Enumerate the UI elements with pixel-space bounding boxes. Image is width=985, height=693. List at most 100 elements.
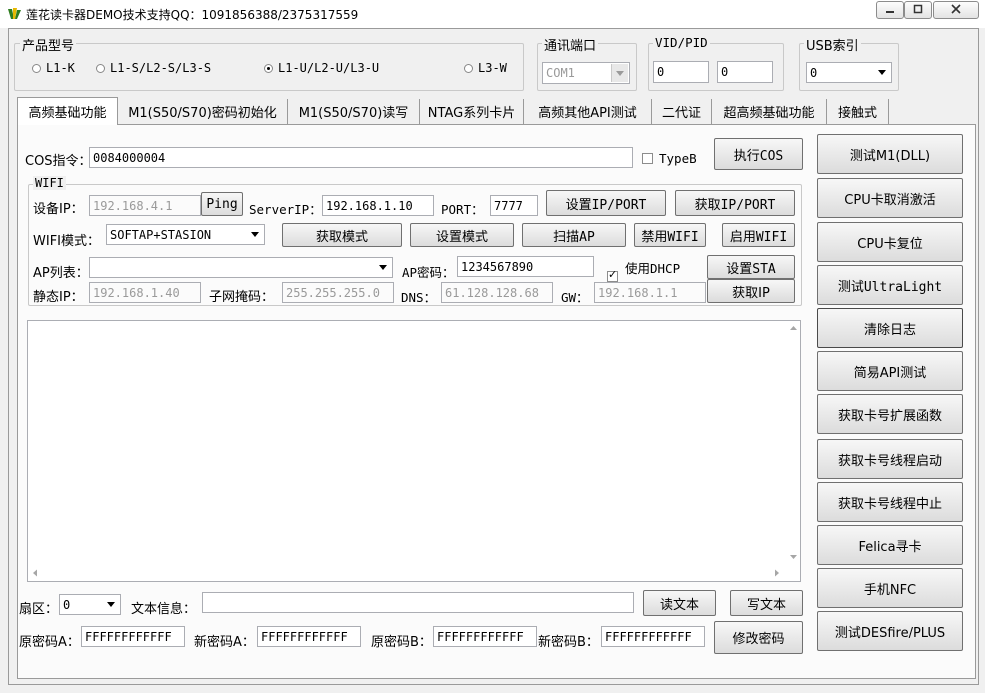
tab-hf-basic[interactable]: 高频基础功能 [17,97,118,125]
subnet-mask-input[interactable]: 255.255.255.0 [282,282,394,303]
set-ip-port-button[interactable]: 设置IP/PORT [546,190,666,216]
old-pwd-a-input[interactable]: FFFFFFFFFFFF [81,626,185,647]
radio-label: L1-U/L2-U/L3-U [278,61,380,75]
tab-uhf-basic[interactable]: 超高频基础功能 [712,99,827,124]
wifi-mode-value: SOFTAP+STASION [110,228,212,242]
tab-contact[interactable]: 接触式 [827,99,889,124]
vid-pid-legend: VID/PID [653,35,710,50]
pid-input[interactable]: 0 [717,61,773,83]
chevron-down-icon [103,596,119,613]
text-info-label: 文本信息： [131,602,197,617]
radio-label: L1-S/L2-S/L3-S [110,61,212,75]
set-sta-button[interactable]: 设置STA [707,255,795,279]
usb-index-legend: USB索引 [804,35,861,54]
minimize-button[interactable] [876,1,904,19]
maximize-icon [913,4,923,14]
read-text-button[interactable]: 读文本 [643,590,716,616]
vid-input[interactable]: 0 [653,61,709,83]
dhcp-checkbox[interactable] [607,268,618,282]
radio-label: L3-W [478,61,507,75]
ap-list-label: AP列表： [33,266,89,281]
test-ultralight-button[interactable]: 测试UltraLight [817,265,963,305]
scroll-up-icon [790,326,797,330]
get-card-ext-button[interactable]: 获取卡号扩展函数 [817,394,963,434]
disable-wifi-button[interactable]: 禁用WIFI [634,223,706,247]
phone-nfc-button[interactable]: 手机NFC [817,568,963,608]
new-pwd-a-label: 新密码A： [194,635,255,650]
gw-input[interactable]: 192.168.1.1 [594,282,706,303]
old-pwd-b-input[interactable]: FFFFFFFFFFFF [433,626,537,647]
clear-log-button[interactable]: 清除日志 [817,308,963,348]
wifi-mode-select[interactable]: SOFTAP+STASION [106,224,265,245]
close-icon [951,4,961,14]
set-mode-button[interactable]: 设置模式 [410,223,514,247]
tab-id-card[interactable]: 二代证 [652,99,712,124]
scroll-down-icon [790,555,797,559]
modify-password-button[interactable]: 修改密码 [714,621,803,654]
write-text-button[interactable]: 写文本 [730,590,803,616]
device-ip-input[interactable]: 192.168.4.1 [89,195,201,216]
app-logo-icon [6,6,22,22]
get-mode-button[interactable]: 获取模式 [282,223,402,247]
radio-label: L1-K [46,61,75,75]
get-ip-port-button[interactable]: 获取IP/PORT [675,190,795,216]
cos-label: COS指令： [25,154,92,169]
card-thread-stop-button[interactable]: 获取卡号线程中止 [817,482,963,522]
log-textarea[interactable] [27,320,801,582]
text-info-input[interactable] [202,592,634,613]
log-vertical-scrollbar[interactable] [787,321,800,565]
tab-hf-other-api[interactable]: 高频其他API测试 [524,99,652,124]
window-title: 莲花读卡器DEMO技术支持QQ：1091856388/2375317559 [26,8,359,22]
port-input[interactable]: 7777 [490,195,538,216]
usb-index-select[interactable]: 0 [806,62,892,83]
ap-password-input[interactable]: 1234567890 [457,256,594,277]
ap-list-select[interactable] [89,257,393,278]
radio-l1-k[interactable]: L1-K [32,61,75,75]
scan-ap-button[interactable]: 扫描AP [522,223,626,247]
dns-input[interactable]: 61.128.128.68 [441,282,553,303]
maximize-button[interactable] [904,1,932,19]
simple-api-test-button[interactable]: 简易API测试 [817,351,963,391]
radio-l1-s[interactable]: L1-S/L2-S/L3-S [96,61,211,75]
radio-l3-w[interactable]: L3-W [464,61,507,75]
cos-input[interactable]: 0084000004 [89,147,633,168]
radio-circle [32,63,41,73]
radio-l1-u[interactable]: L1-U/L2-U/L3-U [264,61,379,75]
wifi-legend: WIFI [33,176,66,190]
test-desfire-button[interactable]: 测试DESfire/PLUS [817,611,963,651]
wifi-mode-label: WIFI模式： [33,234,100,249]
tab-ntag[interactable]: NTAG系列卡片 [420,99,524,124]
static-ip-input[interactable]: 192.168.1.40 [89,282,201,303]
scroll-right-icon [775,569,779,577]
ping-button[interactable]: Ping [201,192,243,216]
new-pwd-b-input[interactable]: FFFFFFFFFFFF [601,626,705,647]
chevron-down-icon [375,259,391,276]
test-m1-dll-button[interactable]: 测试M1(DLL) [817,134,963,174]
server-ip-input[interactable]: 192.168.1.10 [322,195,434,216]
enable-wifi-button[interactable]: 启用WIFI [722,223,795,247]
comm-port-select[interactable]: COM1 [542,62,630,84]
exec-cos-button[interactable]: 执行COS [714,138,803,170]
subnet-mask-label: 子网掩码： [209,290,275,305]
log-horizontal-scrollbar[interactable] [28,566,788,580]
close-button[interactable] [933,1,979,19]
cpu-reset-button[interactable]: CPU卡复位 [817,222,963,262]
sector-select[interactable]: 0 [59,594,121,615]
felica-search-button[interactable]: Felica寻卡 [817,525,963,565]
tab-m1-rw[interactable]: M1(S50/S70)读写 [288,99,420,124]
sector-label: 扇区： [19,602,59,617]
server-ip-label: ServerIP： [249,202,322,217]
old-pwd-a-label: 原密码A： [19,635,80,650]
card-thread-start-button[interactable]: 获取卡号线程启动 [817,439,963,479]
cpu-deactivate-button[interactable]: CPU卡取消激活 [817,178,963,218]
tab-m1-pwd-init[interactable]: M1(S50/S70)密码初始化 [118,99,288,124]
dhcp-label: 使用DHCP [625,261,681,276]
scroll-left-icon [33,569,37,577]
new-pwd-a-input[interactable]: FFFFFFFFFFFF [257,626,361,647]
chevron-down-icon [611,64,628,82]
get-ip-button[interactable]: 获取IP [707,279,795,303]
old-pwd-b-label: 原密码B： [371,635,432,650]
device-ip-label: 设备IP： [33,202,84,217]
chevron-down-icon [874,64,890,81]
typeb-checkbox[interactable] [642,153,653,164]
